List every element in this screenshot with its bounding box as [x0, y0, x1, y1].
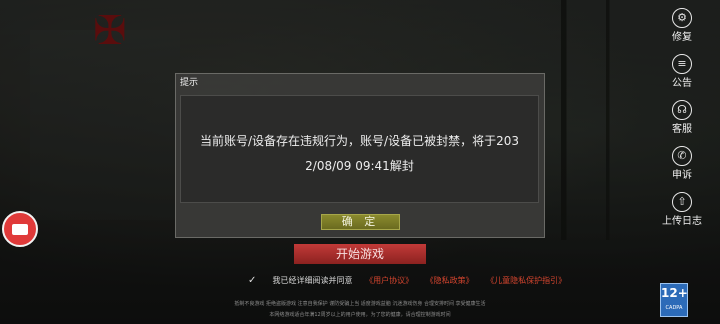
- dialog-message: 当前账号/设备存在违规行为，账号/设备已被封禁，将于203 2/08/09 09…: [181, 129, 538, 179]
- side-item-appeal[interactable]: ✆ 申诉: [658, 146, 706, 182]
- health-notice-line2: 本网络游戏适合年满12周岁以上的用户使用，为了您的健康，请合理控制游戏时间: [269, 312, 451, 318]
- ban-notice-dialog: 提示 当前账号/设备存在违规行为，账号/设备已被封禁，将于203 2/08/09…: [175, 73, 545, 238]
- dialog-message-line2: 2/08/09 09:41解封: [305, 159, 414, 173]
- gear-icon: ⚙: [672, 8, 692, 28]
- child-privacy-link[interactable]: 《儿童隐私保护指引》: [486, 276, 566, 285]
- privacy-policy-link[interactable]: 《隐私政策》: [426, 276, 474, 285]
- age-rating-caption: CADPA: [665, 305, 683, 311]
- headset-icon: ☊: [672, 100, 692, 120]
- agreement-row: ✓ 我已经详细阅读并同意 《用户协议》 《隐私政策》 《儿童隐私保护指引》: [248, 274, 566, 288]
- floating-assistant-button[interactable]: [2, 211, 38, 247]
- side-item-label: 上传日志: [662, 216, 702, 227]
- side-item-label: 客服: [672, 124, 692, 135]
- appeal-icon: ✆: [672, 146, 692, 166]
- upload-icon: ⇧: [672, 192, 692, 212]
- side-item-repair[interactable]: ⚙ 修复: [658, 8, 706, 44]
- side-item-upload-log[interactable]: ⇧ 上传日志: [658, 192, 706, 228]
- side-item-support[interactable]: ☊ 客服: [658, 100, 706, 136]
- confirm-button[interactable]: 确 定: [321, 214, 400, 230]
- side-item-announcement[interactable]: ≡ 公告: [658, 54, 706, 90]
- age-rating-badge: 12+ CADPA: [660, 283, 688, 317]
- dialog-body: 当前账号/设备存在违规行为，账号/设备已被封禁，将于203 2/08/09 09…: [180, 95, 539, 203]
- side-item-label: 公告: [672, 78, 692, 89]
- user-agreement-link[interactable]: 《用户协议》: [365, 276, 413, 285]
- checkmark-icon[interactable]: ✓: [248, 274, 262, 288]
- dialog-message-line1: 当前账号/设备存在违规行为，账号/设备已被封禁，将于203: [200, 134, 519, 148]
- agreement-label[interactable]: 我已经详细阅读并同意: [273, 276, 353, 285]
- start-game-button[interactable]: 开始游戏: [294, 244, 426, 264]
- side-item-label: 申诉: [672, 170, 692, 181]
- side-item-label: 修复: [672, 32, 692, 43]
- chat-icon: [12, 224, 28, 235]
- health-notice-line1: 抵制不良游戏 拒绝盗版游戏 注意自我保护 谨防受骗上当 适度游戏益脑 沉迷游戏伤…: [234, 301, 486, 307]
- age-rating-value: 12+: [661, 286, 688, 300]
- notice-icon: ≡: [672, 54, 692, 74]
- dialog-title: 提示: [180, 78, 199, 88]
